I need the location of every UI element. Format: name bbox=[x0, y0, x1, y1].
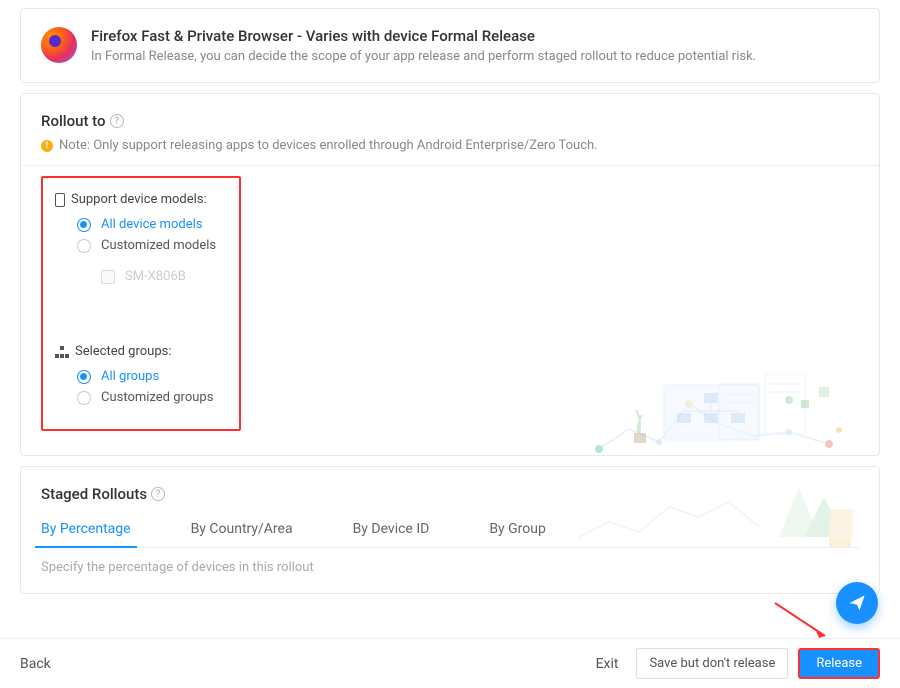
tab-description: Specify the percentage of devices in thi… bbox=[41, 560, 859, 575]
radio-icon bbox=[77, 391, 91, 405]
page-subtitle: In Formal Release, you can decide the sc… bbox=[91, 49, 756, 64]
tab-by-percentage[interactable]: By Percentage bbox=[41, 521, 131, 547]
selected-groups-heading: Selected groups: bbox=[55, 344, 227, 359]
radio-all-device-models[interactable]: All device models bbox=[77, 217, 227, 232]
device-models-heading: Support device models: bbox=[55, 192, 227, 207]
tab-by-group[interactable]: By Group bbox=[489, 521, 546, 547]
rollout-note-text: Note: Only support releasing apps to dev… bbox=[59, 138, 598, 153]
selected-groups-heading-text: Selected groups: bbox=[75, 344, 172, 359]
rollout-title-text: Rollout to bbox=[41, 112, 106, 130]
radio-label: Customized models bbox=[101, 238, 216, 253]
back-button[interactable]: Back bbox=[20, 656, 51, 672]
radio-icon bbox=[77, 239, 91, 253]
checkbox-label: SM-X806B bbox=[125, 269, 186, 284]
header-text: Firefox Fast & Private Browser - Varies … bbox=[91, 27, 756, 64]
radio-customized-groups[interactable]: Customized groups bbox=[77, 390, 227, 405]
rollout-section: Rollout to ? ! Note: Only support releas… bbox=[20, 93, 880, 456]
radio-label: All groups bbox=[101, 369, 159, 384]
checkbox-icon bbox=[101, 270, 115, 284]
staged-rollouts-title: Staged Rollouts ? bbox=[41, 485, 859, 503]
rollout-tabs: By Percentage By Country/Area By Device … bbox=[41, 521, 859, 548]
warning-icon: ! bbox=[41, 140, 53, 152]
save-button[interactable]: Save but don't release bbox=[636, 648, 788, 679]
rollout-config-highlight: Support device models: All device models… bbox=[41, 176, 241, 431]
paper-plane-icon bbox=[847, 593, 867, 613]
radio-label: All device models bbox=[101, 217, 202, 232]
staged-rollouts-section: Staged Rollouts ? By Percentage By Count… bbox=[20, 466, 880, 594]
footer-bar: Back Exit Save but don't release Release bbox=[0, 638, 900, 688]
hierarchy-icon bbox=[55, 346, 69, 358]
device-models-heading-text: Support device models: bbox=[71, 192, 207, 207]
radio-all-groups[interactable]: All groups bbox=[77, 369, 227, 384]
checkbox-sm-x806b: SM-X806B bbox=[101, 269, 227, 284]
radio-selected-icon bbox=[77, 370, 91, 384]
release-button[interactable]: Release bbox=[798, 648, 880, 679]
help-icon[interactable]: ? bbox=[151, 487, 165, 501]
exit-button[interactable]: Exit bbox=[596, 656, 619, 672]
divider bbox=[21, 165, 879, 166]
radio-selected-icon bbox=[77, 218, 91, 232]
tab-by-device-id[interactable]: By Device ID bbox=[353, 521, 430, 547]
rollout-title: Rollout to ? bbox=[41, 112, 859, 130]
app-header-card: Firefox Fast & Private Browser - Varies … bbox=[20, 8, 880, 83]
help-icon[interactable]: ? bbox=[110, 114, 124, 128]
chat-fab[interactable] bbox=[836, 582, 878, 624]
tab-by-country[interactable]: By Country/Area bbox=[191, 521, 293, 547]
staged-rollouts-title-text: Staged Rollouts bbox=[41, 485, 147, 503]
radio-label: Customized groups bbox=[101, 390, 213, 405]
firefox-icon bbox=[41, 27, 77, 63]
mobile-icon bbox=[55, 193, 65, 207]
page-title: Firefox Fast & Private Browser - Varies … bbox=[91, 27, 756, 45]
rollout-note: ! Note: Only support releasing apps to d… bbox=[41, 138, 859, 153]
radio-customized-models[interactable]: Customized models bbox=[77, 238, 227, 253]
